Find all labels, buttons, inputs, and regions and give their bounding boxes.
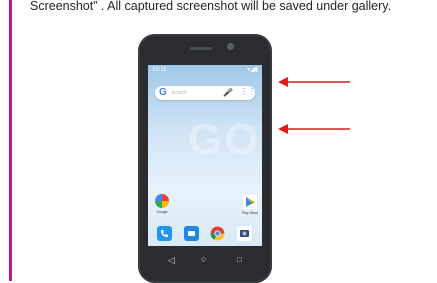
accent-bar xyxy=(9,0,12,281)
mic-icon[interactable]: 🎤 xyxy=(223,88,233,97)
home-icon[interactable]: ○ xyxy=(201,254,206,264)
arrow-icon xyxy=(278,77,350,87)
status-icons: ▾◢▮ xyxy=(247,67,258,73)
status-bar: 10:11 ▾◢▮ xyxy=(148,65,262,75)
status-time: 10:11 xyxy=(152,67,167,73)
wallpaper-logo: GO xyxy=(188,115,261,164)
play-store-icon xyxy=(243,195,257,209)
arrow-icon xyxy=(278,124,350,134)
chrome-icon[interactable] xyxy=(210,226,225,241)
earpiece xyxy=(190,47,212,50)
app-label: Play Store xyxy=(241,211,259,215)
phone-screen: GO 10:11 ▾◢▮ G Search 🎤 ⋮⋮ Google Play S xyxy=(148,65,262,246)
back-icon[interactable]: ◁ xyxy=(168,255,175,266)
google-app-icon xyxy=(155,194,169,208)
search-placeholder: Search xyxy=(171,90,187,96)
app-label: Google xyxy=(156,210,168,214)
front-camera-icon xyxy=(227,43,234,50)
camera-icon[interactable] xyxy=(237,226,252,241)
phone-illustration: GO 10:11 ▾◢▮ G Search 🎤 ⋮⋮ Google Play S xyxy=(138,34,272,283)
caption-text: Screenshot” . All captured screenshot wi… xyxy=(30,0,392,13)
navigation-bar: ◁ ○ □ xyxy=(148,253,262,271)
app-play-store[interactable]: Play Store xyxy=(240,195,260,215)
messages-icon[interactable] xyxy=(184,226,199,241)
phone-icon[interactable] xyxy=(157,226,172,241)
apps-grid-icon[interactable]: ⋮⋮ xyxy=(240,87,256,96)
google-search-bar[interactable]: G Search 🎤 ⋮⋮ xyxy=(155,86,256,100)
recents-icon[interactable]: □ xyxy=(237,255,242,264)
app-google[interactable]: Google xyxy=(154,194,170,214)
google-g-icon: G xyxy=(159,87,167,98)
